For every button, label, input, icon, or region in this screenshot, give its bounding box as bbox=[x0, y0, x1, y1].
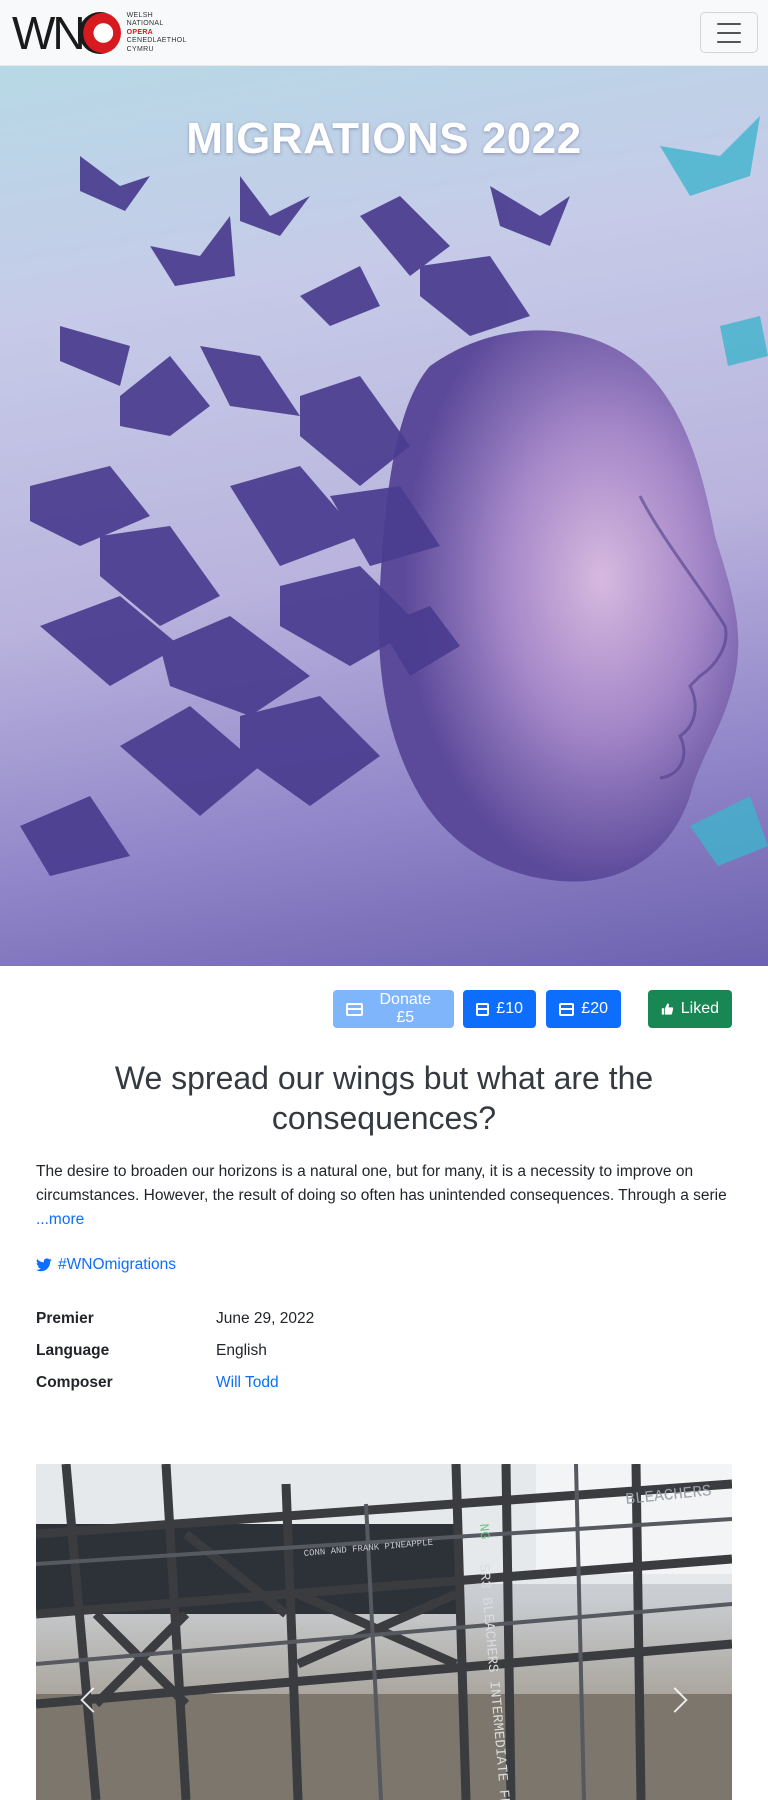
credit-card-icon bbox=[346, 1002, 363, 1016]
more-link[interactable]: ...more bbox=[36, 1211, 84, 1228]
detail-value-premier: June 29, 2022 bbox=[216, 1310, 315, 1327]
detail-value-language: English bbox=[216, 1342, 267, 1359]
composer-link[interactable]: Will Todd bbox=[216, 1374, 279, 1392]
gallery-image: BLEACHERS CONN AND FRANK PINEAPPLE NG SR… bbox=[36, 1464, 732, 1800]
detail-label: Language bbox=[36, 1342, 110, 1359]
carousel-next-button[interactable] bbox=[662, 1680, 694, 1720]
donate-5-button[interactable]: Donate £5 bbox=[333, 990, 454, 1028]
logo-line-cymru: CYMRU bbox=[126, 45, 154, 53]
wno-logo[interactable]: WN WELSH NATIONAL OPERA CENEDLAETHOL CYM… bbox=[12, 7, 187, 59]
carousel-prev-button[interactable] bbox=[74, 1680, 106, 1720]
event-details: Premier June 29, 2022 Language English C… bbox=[36, 1303, 732, 1399]
credit-card-icon bbox=[559, 1002, 575, 1016]
logo-line-opera: OPERA bbox=[126, 28, 154, 36]
detail-row-composer: Composer Will Todd bbox=[36, 1367, 732, 1399]
post-short-text: NG bbox=[476, 1523, 492, 1540]
detail-row-language: Language English bbox=[36, 1335, 732, 1367]
navbar-toggler-button[interactable] bbox=[700, 12, 758, 53]
description-text: The desire to broaden our horizons is a … bbox=[36, 1163, 727, 1204]
thumbs-up-icon bbox=[661, 1003, 674, 1015]
logo-line-national: NATIONAL bbox=[126, 20, 164, 28]
twitter-icon bbox=[36, 1258, 52, 1272]
event-description: The desire to broaden our horizons is a … bbox=[36, 1160, 732, 1232]
donate-10-button[interactable]: £10 bbox=[463, 990, 536, 1028]
navbar: WN WELSH NATIONAL OPERA CENEDLAETHOL CYM… bbox=[0, 0, 768, 66]
hero-artwork bbox=[20, 116, 768, 882]
detail-row-premier: Premier June 29, 2022 bbox=[36, 1303, 732, 1335]
logo-line-welsh: WELSH bbox=[126, 11, 154, 19]
chevron-right-icon bbox=[662, 1687, 688, 1713]
liked-label: Liked bbox=[680, 1000, 719, 1017]
hamburger-menu-icon bbox=[717, 22, 741, 43]
logo-line-cenedlaethol: CENEDLAETHOL bbox=[126, 37, 187, 45]
donate-20-label: £20 bbox=[581, 1000, 608, 1017]
hero-image: MIGRATIONS 2022 bbox=[0, 66, 768, 966]
hashtag-label: #WNOmigrations bbox=[58, 1256, 176, 1273]
event-headline: We spread our wings but what are the con… bbox=[114, 1060, 654, 1136]
detail-label: Premier bbox=[36, 1310, 94, 1327]
detail-label: Composer bbox=[36, 1374, 113, 1391]
hero-title: MIGRATIONS 2022 bbox=[186, 114, 582, 163]
chevron-left-icon bbox=[80, 1687, 106, 1713]
logo-o-ring-icon bbox=[78, 12, 121, 54]
donate-5-label: Donate £5 bbox=[379, 991, 432, 1026]
credit-card-icon bbox=[476, 1002, 490, 1016]
liked-button[interactable]: Liked bbox=[648, 990, 732, 1028]
twitter-hashtag-link[interactable]: #WNOmigrations bbox=[36, 1256, 176, 1274]
logo-text: WELSH NATIONAL OPERA CENEDLAETHOL CYMRU bbox=[127, 12, 187, 55]
logo-letters: WN bbox=[12, 7, 86, 59]
donate-20-button[interactable]: £20 bbox=[546, 990, 621, 1028]
donate-10-label: £10 bbox=[496, 1000, 523, 1017]
gallery-carousel[interactable]: BLEACHERS CONN AND FRANK PINEAPPLE NG SR… bbox=[36, 1464, 732, 1800]
